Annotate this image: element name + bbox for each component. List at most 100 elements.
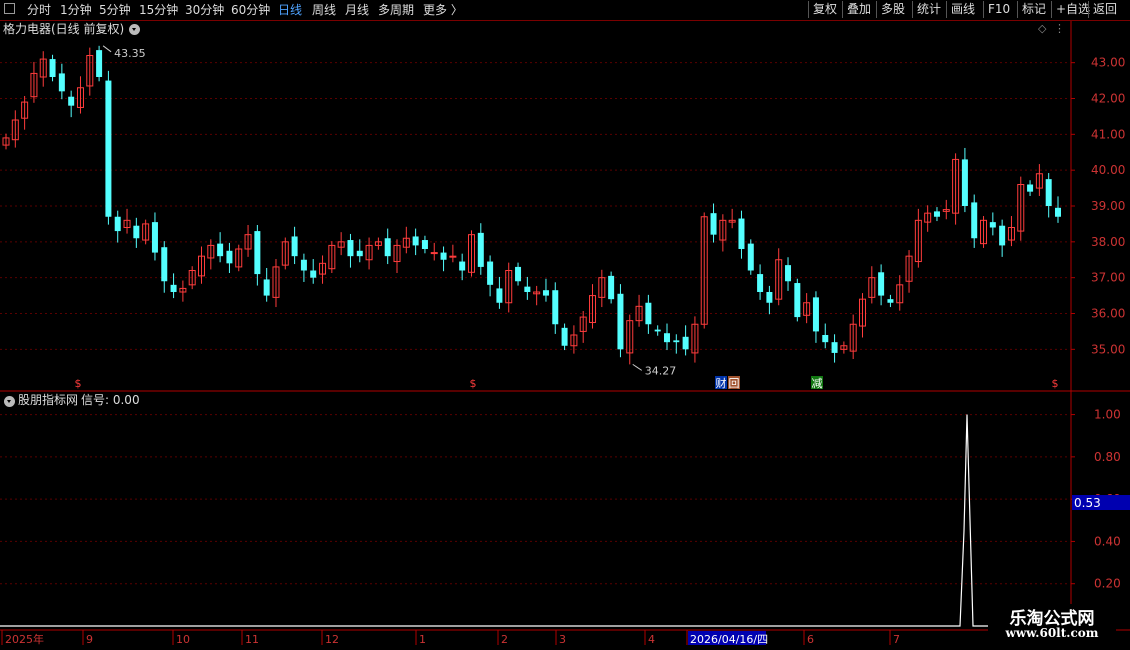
event-marker: $ [75, 377, 82, 390]
candle-body-down [96, 50, 103, 77]
candle-body-down [878, 272, 885, 296]
event-marker: $ [470, 377, 477, 390]
time-axis-label: 6 [807, 633, 814, 646]
candle-body-down [68, 96, 75, 106]
event-marker: 财 [716, 376, 727, 390]
candle-body-down [291, 236, 298, 257]
time-axis-label: 10 [176, 633, 190, 646]
event-marker: 减 [812, 377, 823, 390]
candle-body-down [617, 293, 624, 350]
time-axis-label: 3 [559, 633, 566, 646]
price-axis-label: 39.00 [1091, 199, 1125, 213]
candle-body-down [561, 327, 568, 346]
candle-body-down [300, 259, 307, 271]
low-price-pointer [632, 363, 643, 371]
indicator-signal-value: 信号: 0.00 [81, 393, 140, 407]
candle-body-down [487, 261, 494, 285]
candle-body-down [133, 225, 140, 239]
candle-body-down [310, 270, 317, 278]
high-price-label: 43.35 [114, 47, 146, 60]
current-value-label: 0.53 [1074, 496, 1101, 510]
candle-body-down [1055, 207, 1061, 217]
candle-body-down [226, 250, 233, 264]
low-price-label: 34.27 [645, 364, 677, 377]
diamond-icon[interactable]: ◇ [1038, 22, 1046, 36]
indicator-dropdown-icon[interactable] [4, 396, 15, 407]
candle-body-down [412, 236, 419, 246]
candle-body-down [999, 225, 1006, 246]
time-axis-label: 12 [325, 633, 339, 646]
time-axis-label: 1 [419, 633, 426, 646]
candle-body-down [645, 302, 652, 325]
indicator-signal-line [0, 414, 1070, 627]
candle-body-down [58, 73, 65, 92]
price-axis-label: 43.00 [1091, 56, 1125, 70]
title-dropdown-icon[interactable] [129, 24, 140, 35]
time-axis-label: 2025年 [5, 632, 44, 646]
candle-body-down [263, 279, 270, 296]
candle-body-down [524, 286, 531, 292]
candle-body-down [515, 266, 522, 282]
indicator-axis-label: 0.20 [1094, 577, 1121, 591]
candle-body-down [105, 80, 112, 217]
candle-body-down [682, 336, 689, 350]
candle-body-down [421, 240, 428, 249]
candle-body-down [356, 250, 363, 257]
candle-body-down [49, 59, 56, 77]
candle-body-down [887, 299, 894, 303]
candle-body-down [542, 290, 549, 296]
indicator-axis-label: 1.00 [1094, 408, 1121, 422]
time-axis-label: 2 [501, 633, 508, 646]
price-axis-label: 37.00 [1091, 271, 1125, 285]
indicator-title: 股朋指标网 [18, 393, 79, 407]
candle-body-down [747, 243, 754, 271]
candle-body-down [496, 288, 503, 303]
candle-body-down [738, 218, 745, 249]
main-chart-title: 格力电器(日线 前复权) [3, 22, 125, 36]
watermark: 乐淘公式网 www.60lt.com [988, 604, 1116, 644]
event-marker: 回 [729, 377, 740, 390]
candle-body-down [170, 284, 177, 292]
candle-body-down [831, 342, 838, 353]
candle-body-down [161, 247, 168, 282]
stock-chart[interactable]: 43.0042.0041.0040.0039.0038.0037.0036.00… [0, 0, 1130, 650]
candle-body-down [663, 333, 670, 343]
candle-body-down [1045, 179, 1052, 206]
candle-body-down [822, 335, 829, 343]
indicator-axis-label: 0.40 [1094, 534, 1121, 548]
price-axis-label: 36.00 [1091, 307, 1125, 321]
candle-body-down [440, 252, 447, 260]
candle-body-down [217, 243, 224, 257]
watermark-url: www.60lt.com [1005, 626, 1099, 640]
time-axis-label: 4 [648, 633, 655, 646]
more-menu-icon[interactable]: ⋮ [1054, 22, 1065, 36]
candle-body-down [710, 213, 717, 235]
candle-body-down [933, 211, 940, 217]
candle-body-down [673, 340, 680, 343]
candle-body-up [430, 252, 438, 255]
candle-body-down [151, 222, 158, 253]
indicator-axis-label: 0.80 [1094, 450, 1121, 464]
time-axis-label: 7 [893, 633, 900, 646]
candle-body-down [785, 265, 792, 282]
price-axis-label: 42.00 [1091, 92, 1125, 106]
high-price-pointer [102, 45, 112, 53]
candle-body-down [961, 159, 968, 206]
candle-body-down [989, 222, 996, 228]
candle-body-down [794, 283, 801, 318]
candle-body-down [552, 290, 559, 325]
candle-body-down [477, 232, 484, 267]
candle-body-down [254, 231, 261, 275]
candle-body-down [766, 292, 773, 303]
candle-body-down [812, 297, 819, 332]
candle-body-up [449, 255, 457, 258]
price-axis-label: 41.00 [1091, 127, 1125, 141]
price-axis-label: 35.00 [1091, 342, 1125, 356]
candle-body-down [654, 329, 661, 332]
time-axis-label: 2026/04/16/四 [690, 633, 768, 646]
candle-body-down [608, 275, 615, 300]
candle-body-down [347, 240, 354, 257]
candle-body-down [384, 238, 391, 257]
time-axis-label: 9 [86, 633, 93, 646]
time-axis-label: 11 [245, 633, 259, 646]
